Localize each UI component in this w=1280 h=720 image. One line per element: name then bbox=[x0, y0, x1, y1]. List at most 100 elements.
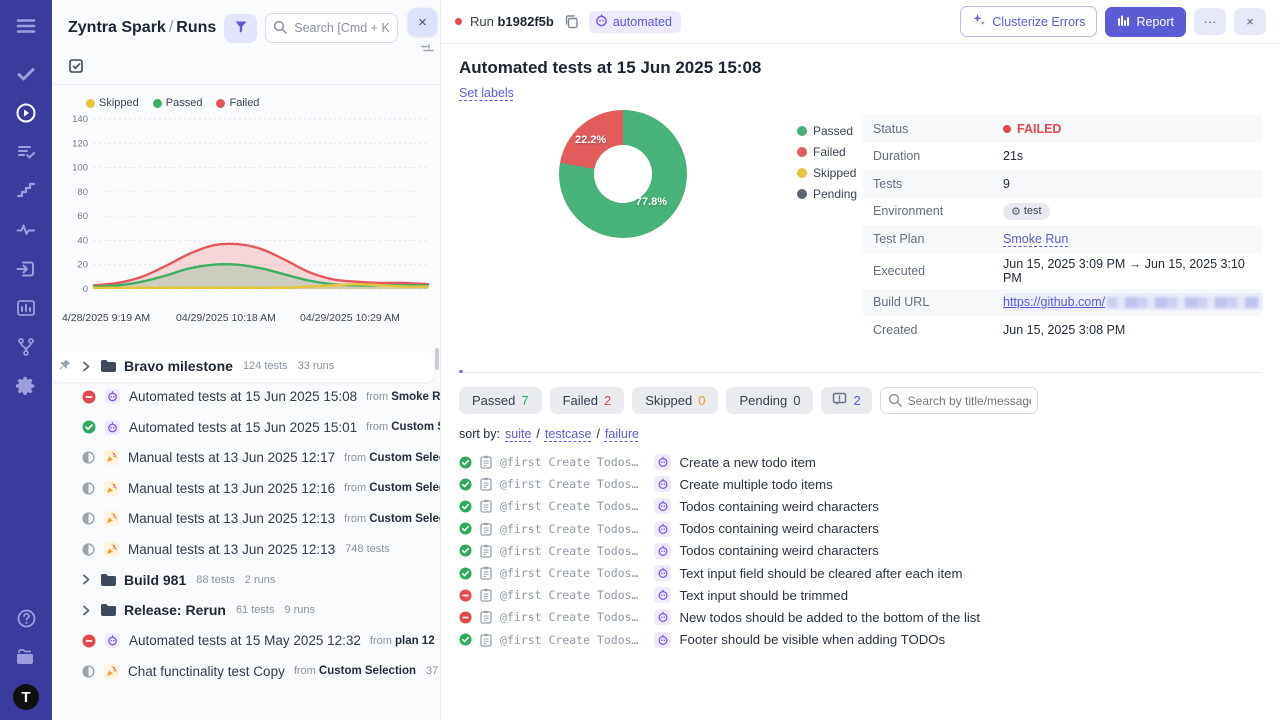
bar-chart-icon[interactable] bbox=[14, 296, 38, 320]
legend-item: Passed bbox=[797, 124, 857, 138]
test-passed-icon bbox=[459, 544, 472, 557]
test-plan-link[interactable]: Smoke Run bbox=[1003, 232, 1068, 246]
build-url-link[interactable]: https://github.com/ bbox=[1003, 295, 1105, 309]
gear-icon[interactable] bbox=[14, 374, 38, 398]
manual-icon bbox=[104, 664, 119, 679]
test-row[interactable]: @first Create Todos… Text input should b… bbox=[459, 584, 1262, 606]
status-filter-chip[interactable]: Pending 0 bbox=[726, 387, 813, 414]
set-labels-link[interactable]: Set labels bbox=[459, 86, 514, 100]
detail-tab[interactable] bbox=[459, 360, 463, 372]
trend-area-chart: 020406080100120140 bbox=[60, 111, 434, 307]
filter-button[interactable] bbox=[224, 14, 257, 43]
pulse-icon[interactable] bbox=[14, 218, 38, 242]
check-icon[interactable] bbox=[14, 62, 38, 86]
sort-separator: / bbox=[536, 427, 539, 441]
select-runs-icon[interactable] bbox=[68, 58, 85, 75]
test-row[interactable]: @first Create Todos… Create multiple tod… bbox=[459, 473, 1262, 495]
clipboard-icon bbox=[480, 455, 492, 469]
sort-link[interactable]: testcase bbox=[545, 427, 592, 441]
play-circle-icon[interactable] bbox=[14, 101, 38, 125]
sign-in-icon[interactable] bbox=[14, 257, 38, 281]
run-title: Manual tests at 13 Jun 2025 12:17 bbox=[128, 450, 335, 465]
test-row[interactable]: @first Create Todos… Footer should be vi… bbox=[459, 629, 1262, 651]
comments-icon bbox=[832, 392, 847, 409]
detail-row: Status FAILED bbox=[863, 115, 1262, 143]
run-list-item[interactable]: Manual tests at 13 Jun 2025 12:13 from C… bbox=[52, 504, 440, 535]
copy-icon[interactable] bbox=[562, 12, 581, 31]
pin-icon bbox=[59, 359, 71, 374]
run-details-table: Status FAILED Duration 21s Tests 9 Envir… bbox=[863, 115, 1262, 344]
legend-dot bbox=[797, 147, 807, 157]
legend-item: Failed bbox=[797, 145, 857, 159]
menu-icon[interactable] bbox=[14, 14, 38, 38]
projects-icon[interactable] bbox=[14, 645, 38, 669]
tests-search-input[interactable] bbox=[880, 387, 1038, 414]
git-branch-icon[interactable] bbox=[14, 335, 38, 359]
detail-tab[interactable] bbox=[515, 360, 519, 372]
run-list-item[interactable]: Manual tests at 13 Jun 2025 12:17 from C… bbox=[52, 443, 440, 474]
detail-label: Test Plan bbox=[873, 232, 1003, 246]
test-row[interactable]: @first Create Todos… Text input field sh… bbox=[459, 562, 1262, 584]
run-list-item[interactable]: Build 981 88 tests 2 runs bbox=[52, 565, 440, 596]
run-type-badge-label: automated bbox=[613, 15, 672, 29]
test-row[interactable]: @first Create Todos… Todos containing we… bbox=[459, 540, 1262, 562]
run-list-item[interactable]: Manual tests at 13 Jun 2025 12:13 748 te… bbox=[52, 534, 440, 565]
detail-value: 21s bbox=[1003, 149, 1023, 163]
runs-panel: Zyntra Spark/Runs × Skipped Passed Faile… bbox=[52, 0, 441, 720]
run-list-item[interactable]: Manual tests at 13 Jun 2025 12:16 from C… bbox=[52, 473, 440, 504]
clusterize-errors-label: Clusterize Errors bbox=[992, 15, 1085, 29]
run-list-item[interactable]: Chat functinality test Copy from Custom … bbox=[52, 656, 440, 687]
legend-item: Pending bbox=[797, 187, 857, 201]
test-row[interactable]: @first Create Todos… Create a new todo i… bbox=[459, 451, 1262, 473]
list-check-icon[interactable] bbox=[14, 140, 38, 164]
status-filter-chip[interactable]: Failed 2 bbox=[550, 387, 625, 414]
status-partial-icon bbox=[82, 451, 95, 464]
detail-tab[interactable] bbox=[487, 360, 491, 372]
test-row[interactable]: @first Create Todos… New todos should be… bbox=[459, 606, 1262, 628]
detail-row: Executed Jun 15, 2025 3:09 PM → Jun 15, … bbox=[863, 253, 1262, 289]
run-title: Chat functinality test Copy bbox=[128, 664, 285, 679]
run-list-item[interactable]: Automated tests at 15 Jun 2025 15:01 fro… bbox=[52, 412, 440, 443]
run-list-item[interactable]: Release: Rerun 61 tests 9 runs bbox=[52, 595, 440, 626]
status-failed-icon bbox=[82, 390, 96, 404]
clusterize-errors-button[interactable]: Clusterize Errors bbox=[960, 6, 1097, 37]
runs-count: 9 runs bbox=[284, 604, 315, 616]
sort-link[interactable]: failure bbox=[605, 427, 639, 441]
comments-filter-chip[interactable]: 2 bbox=[821, 387, 871, 414]
report-button[interactable]: Report bbox=[1105, 7, 1186, 37]
panel-resize-icon[interactable] bbox=[421, 40, 434, 58]
report-chart-icon bbox=[1117, 14, 1130, 30]
run-source-name: Custom Selection bbox=[391, 421, 440, 433]
tests-list: @first Create Todos… Create a new todo i… bbox=[459, 451, 1262, 651]
close-run-button[interactable]: × bbox=[1234, 8, 1266, 35]
test-row[interactable]: @first Create Todos… Todos containing we… bbox=[459, 518, 1262, 540]
run-list-item[interactable]: Bravo milestone 124 tests 33 runs bbox=[52, 351, 434, 382]
panel-close-button[interactable]: × bbox=[408, 8, 437, 36]
run-list-item[interactable]: Automated tests at 15 Jun 2025 15:08 fro… bbox=[52, 382, 440, 413]
chevron-right-icon[interactable] bbox=[82, 361, 91, 372]
scrollbar-thumb[interactable] bbox=[435, 348, 439, 370]
sort-link[interactable]: suite bbox=[505, 427, 531, 441]
app-logo[interactable]: T bbox=[13, 684, 39, 710]
run-source: from Custom Selection bbox=[344, 482, 440, 494]
test-title: New todos should be added to the bottom … bbox=[679, 610, 980, 625]
run-list-item[interactable]: Automated tests at 15 May 2025 12:32 fro… bbox=[52, 626, 440, 657]
test-suite: @first Create Todos… bbox=[500, 633, 638, 647]
detail-value: 9 bbox=[1003, 177, 1010, 191]
status-filter-chip[interactable]: Passed 7 bbox=[459, 387, 542, 414]
detail-label: Build URL bbox=[873, 295, 1003, 309]
run-detail-header: Run b1982f5b automated Clusterize Errors… bbox=[441, 0, 1280, 44]
project-name: Zyntra Spark bbox=[68, 19, 166, 36]
chevron-right-icon[interactable] bbox=[82, 605, 91, 616]
chevron-right-icon[interactable] bbox=[82, 574, 91, 585]
detail-row: Tests 9 bbox=[863, 170, 1262, 198]
help-icon[interactable] bbox=[14, 606, 38, 630]
run-type-badge[interactable]: automated bbox=[589, 11, 681, 33]
test-suite: @first Create Todos… bbox=[500, 610, 638, 624]
run-overview: 22.2% 77.8% Passed Failed Skipped Pendin… bbox=[459, 110, 1262, 346]
status-filter-chip[interactable]: Skipped 0 bbox=[632, 387, 718, 414]
more-button[interactable]: ··· bbox=[1194, 8, 1226, 35]
test-row[interactable]: @first Create Todos… Todos containing we… bbox=[459, 495, 1262, 517]
automated-icon bbox=[654, 587, 671, 603]
steps-icon[interactable] bbox=[14, 179, 38, 203]
